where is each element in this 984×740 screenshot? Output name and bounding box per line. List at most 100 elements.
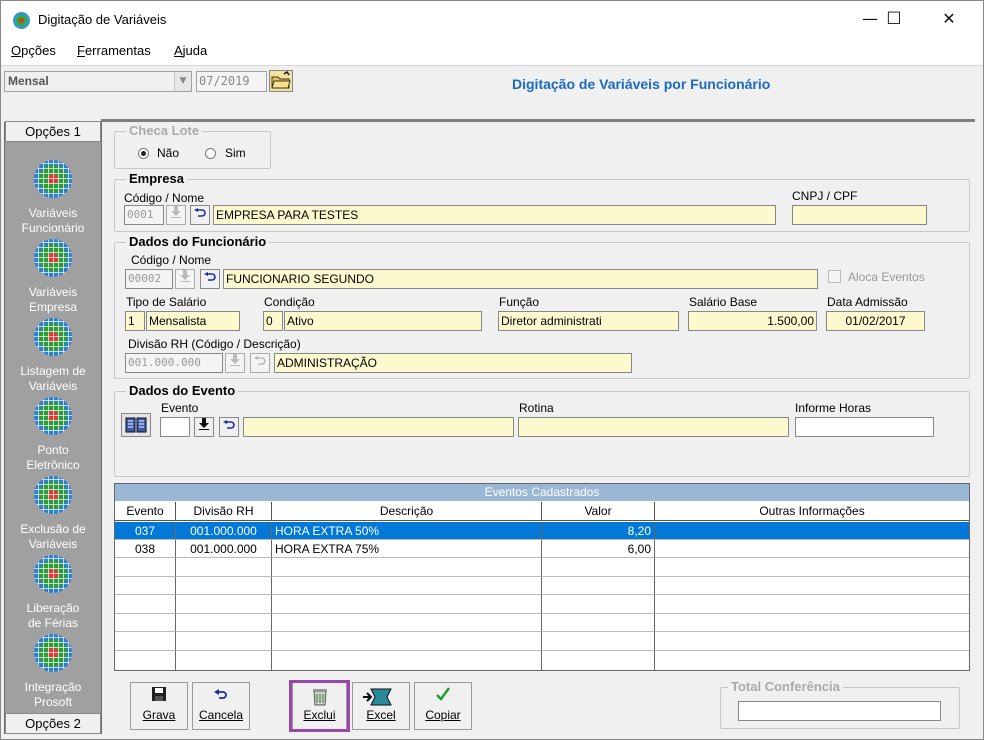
cell-evento[interactable]: 038 — [115, 540, 176, 558]
cell-divisao[interactable]: 001.000.000 — [176, 522, 272, 540]
chevron-down-icon[interactable]: ▼ — [174, 72, 191, 91]
empty-cell[interactable] — [272, 576, 542, 595]
funcao-field[interactable]: Diretor administrati — [498, 311, 679, 331]
evento-code-input[interactable] — [160, 417, 190, 437]
empty-cell[interactable] — [655, 595, 969, 614]
funcionario-lookup-button[interactable] — [175, 269, 195, 289]
tipo-salario-desc[interactable]: Mensalista — [146, 311, 240, 331]
empty-cell[interactable] — [272, 650, 542, 671]
empty-cell[interactable] — [655, 651, 969, 671]
data-admissao-field[interactable]: 01/02/2017 — [826, 311, 925, 331]
empresa-lookup-button[interactable] — [166, 205, 186, 225]
variaveis-empresa-icon[interactable] — [34, 239, 72, 277]
funcionario-name-field[interactable]: FUNCIONARIO SEGUNDO — [223, 269, 818, 289]
empty-cell[interactable] — [272, 595, 542, 614]
menu-ajuda[interactable]: Ajuda — [174, 43, 207, 58]
radio-sim[interactable] — [205, 148, 216, 159]
close-button[interactable]: ✕ — [926, 1, 972, 39]
excel-button[interactable]: Excel — [352, 682, 410, 730]
listagem-variaveis-icon[interactable] — [34, 318, 72, 356]
cell-evento[interactable]: 037 — [115, 522, 176, 540]
empty-cell[interactable] — [542, 595, 655, 614]
radio-nao[interactable] — [138, 148, 149, 159]
empty-cell[interactable] — [542, 650, 655, 671]
sidebar-tab-opcoes-1[interactable]: Opções 1 — [5, 121, 101, 142]
liberacao-ferias-icon[interactable] — [34, 555, 72, 593]
empty-cell[interactable] — [655, 632, 969, 651]
variaveis-funcionario-icon[interactable] — [34, 160, 72, 198]
cell-valor[interactable]: 8,20 — [542, 522, 655, 540]
empresa-code-input[interactable]: 0001 — [124, 205, 164, 225]
empty-cell[interactable] — [542, 632, 655, 651]
col-header-outras[interactable]: Outras Informações — [655, 502, 969, 521]
funcionario-code-input[interactable]: 00002 — [125, 269, 173, 289]
evento-desc-field[interactable] — [243, 417, 514, 437]
funcionario-undo-button[interactable] — [200, 269, 220, 289]
empty-cell[interactable] — [542, 558, 655, 577]
competencia-date-input[interactable]: 07/2019 — [196, 71, 267, 92]
maximize-button[interactable]: ☐ — [871, 1, 917, 39]
cnpj-field[interactable] — [792, 205, 927, 225]
sidebar-item-exclusao-variaveis[interactable]: Exclusão de Variáveis — [5, 522, 101, 552]
period-select[interactable]: Mensal ▼ — [4, 71, 192, 92]
empty-cell[interactable] — [655, 558, 969, 577]
empty-cell[interactable] — [115, 613, 176, 632]
sidebar-item-liberacao-ferias[interactable]: Liberação de Férias — [5, 601, 101, 631]
exclusao-variaveis-icon[interactable] — [34, 476, 72, 514]
divisao-rh-desc[interactable]: ADMINISTRAÇÃO — [274, 353, 632, 373]
col-header-descricao[interactable]: Descrição — [272, 502, 542, 521]
empty-cell[interactable] — [115, 576, 176, 595]
empty-cell[interactable] — [542, 613, 655, 632]
sidebar-item-variaveis-empresa[interactable]: Variáveis Empresa — [5, 285, 101, 315]
divisao-rh-code[interactable]: 001.000.000 — [125, 353, 223, 373]
open-folder-button[interactable] — [269, 70, 293, 92]
empty-cell[interactable] — [115, 632, 176, 651]
sidebar-item-listagem-variaveis[interactable]: Listagem de Variáveis — [5, 364, 101, 394]
empty-cell[interactable] — [655, 614, 969, 632]
empty-cell[interactable] — [176, 613, 272, 632]
empty-cell[interactable] — [115, 558, 176, 577]
divisao-undo-button[interactable] — [250, 353, 270, 373]
cell-outras[interactable] — [655, 522, 969, 540]
empty-cell[interactable] — [176, 650, 272, 671]
divisao-lookup-button[interactable] — [225, 353, 245, 373]
empty-cell[interactable] — [176, 558, 272, 577]
tipo-salario-code[interactable]: 1 — [125, 311, 145, 331]
sidebar-item-integracao-prosoft[interactable]: Integração Prosoft — [5, 680, 101, 710]
empty-cell[interactable] — [272, 558, 542, 577]
col-header-divisao[interactable]: Divisão RH — [176, 502, 272, 521]
condicao-desc[interactable]: Ativo — [284, 311, 482, 331]
menu-opcoes[interactable]: Opções — [11, 43, 56, 58]
rotina-field[interactable] — [518, 417, 789, 437]
empresa-name-field[interactable]: EMPRESA PARA TESTES — [213, 205, 776, 225]
cell-descricao[interactable]: HORA EXTRA 75% — [272, 540, 542, 558]
empty-cell[interactable] — [655, 577, 969, 595]
condicao-code[interactable]: 0 — [263, 311, 283, 331]
copiar-button[interactable]: Copiar — [414, 682, 472, 730]
event-list-button[interactable] — [121, 413, 151, 437]
sidebar-item-variaveis-funcionario[interactable]: Variáveis Funcionário — [5, 206, 101, 236]
empty-cell[interactable] — [272, 632, 542, 651]
sidebar-tab-opcoes-2[interactable]: Opções 2 — [5, 713, 101, 734]
col-header-evento[interactable]: Evento — [115, 502, 176, 521]
empty-cell[interactable] — [176, 595, 272, 614]
cell-outras[interactable] — [655, 540, 969, 558]
evento-lookup-button[interactable] — [194, 417, 214, 437]
aloca-eventos-checkbox[interactable] — [828, 270, 841, 283]
col-header-valor[interactable]: Valor — [542, 502, 655, 521]
empty-cell[interactable] — [272, 613, 542, 632]
cell-valor[interactable]: 6,00 — [542, 540, 655, 558]
total-conferencia-field[interactable] — [738, 701, 941, 721]
evento-undo-button[interactable] — [219, 417, 239, 437]
empty-cell[interactable] — [115, 650, 176, 671]
menu-ferramentas[interactable]: Ferramentas — [77, 43, 151, 58]
informe-horas-input[interactable] — [795, 417, 934, 437]
ponto-eletronico-icon[interactable] — [34, 397, 72, 435]
empty-cell[interactable] — [542, 576, 655, 595]
empresa-undo-button[interactable] — [190, 205, 210, 225]
cell-divisao[interactable]: 001.000.000 — [176, 540, 272, 558]
empty-cell[interactable] — [176, 576, 272, 595]
grava-button[interactable]: Grava — [130, 682, 188, 730]
cancela-button[interactable]: Cancela — [192, 682, 250, 730]
empty-cell[interactable] — [176, 632, 272, 651]
